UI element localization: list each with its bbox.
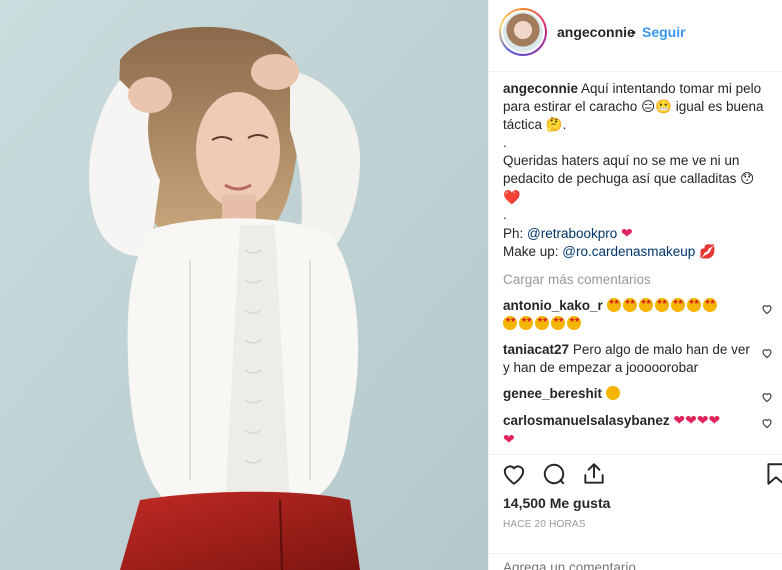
comment-username[interactable]: antonio_kako_r — [503, 298, 603, 313]
comments-list[interactable]: angeconnie Aquí intentando tomar mi pelo… — [503, 80, 773, 454]
caption-username[interactable]: angeconnie — [503, 81, 578, 96]
heart-icon[interactable] — [501, 461, 527, 487]
likes-count[interactable]: 14,500 Me gusta — [503, 495, 610, 511]
header-username[interactable]: angeconnie — [557, 24, 635, 40]
comment-icon[interactable] — [541, 461, 567, 487]
bookmark-icon[interactable] — [763, 461, 782, 487]
follow-button[interactable]: Seguir — [642, 24, 686, 40]
post-actions: 14,500 Me gusta HACE 20 HORAS — [489, 454, 782, 570]
comment-input[interactable] — [503, 560, 763, 570]
comment-username[interactable]: taniacat27 — [503, 342, 569, 357]
avatar[interactable] — [499, 8, 547, 56]
load-more-comments[interactable]: Cargar más comentarios — [503, 271, 773, 289]
comment-row: antonio_kako_r — [503, 297, 773, 333]
comment-username[interactable]: genee_bereshit — [503, 386, 602, 401]
comment-row: carlosmanuelsalasybanez ❤❤❤❤ ❤ — [503, 411, 773, 449]
caption: angeconnie Aquí intentando tomar mi pelo… — [503, 80, 773, 261]
comment-like-icon[interactable] — [761, 417, 773, 429]
credit-ph-label: Ph: — [503, 226, 524, 241]
credit-makeup-link[interactable]: @ro.cardenasmakeup — [562, 244, 695, 259]
credit-makeup-label: Make up: — [503, 244, 559, 259]
credit-ph-link[interactable]: @retrabookpro — [527, 226, 617, 241]
post-side-panel: angeconnie • Seguir angeconnie Aquí inte… — [489, 0, 782, 570]
caption-line-3: Queridas haters aquí no se me ve ni un p… — [503, 153, 755, 186]
winking-emoji-icon — [605, 386, 620, 400]
share-icon[interactable] — [581, 461, 607, 487]
caption-line-2: . — [503, 135, 507, 150]
lips-emoji-icon: 💋 — [699, 244, 716, 259]
header-separator: • — [631, 24, 636, 40]
comment-row: genee_bereshit — [503, 385, 773, 403]
caption-line-5: . — [503, 207, 507, 222]
comment-like-icon[interactable] — [761, 347, 773, 359]
comment-row: taniacat27 Pero algo de malo han de ver … — [503, 341, 773, 377]
heart-emoji-icon: ❤ — [621, 225, 633, 241]
comment-like-icon[interactable] — [761, 303, 773, 315]
comment-username[interactable]: carlosmanuelsalasybanez — [503, 413, 670, 428]
comment-like-icon[interactable] — [761, 391, 773, 403]
post-photo-image — [0, 0, 488, 570]
post-timestamp: HACE 20 HORAS — [503, 519, 586, 530]
add-comment-bar — [489, 553, 782, 570]
post-header: angeconnie • Seguir — [489, 0, 782, 72]
caption-line-4: ❤️ — [503, 189, 521, 205]
post-photo[interactable] — [0, 0, 488, 570]
